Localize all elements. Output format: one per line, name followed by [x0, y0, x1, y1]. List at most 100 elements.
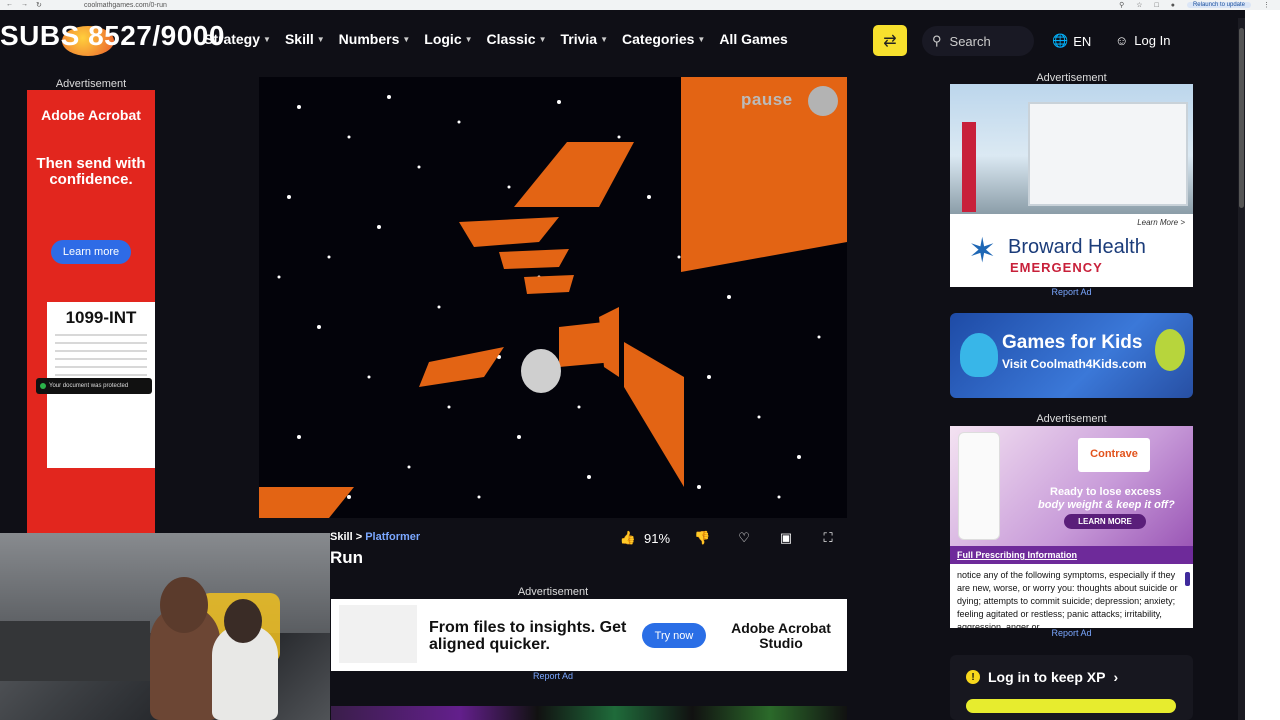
reload-icon[interactable]: ↻ — [36, 1, 42, 9]
alien-mascot — [1155, 329, 1185, 371]
login-xp-panel[interactable]: ! Log in to keep XP › — [950, 655, 1193, 720]
nav-logic[interactable]: Logic ▼ — [424, 31, 472, 47]
left-ad-tagline: Then send with confidence. — [36, 155, 146, 188]
breadcrumb: Skill > Platformer — [330, 531, 420, 543]
report-ad-link[interactable]: Report Ad — [259, 671, 847, 681]
breadcrumb-platformer[interactable]: Platformer — [365, 531, 420, 543]
breadcrumb-skill[interactable]: Skill — [330, 531, 353, 543]
broward-name: Broward Health — [1008, 236, 1146, 258]
xp-prompt[interactable]: ! Log in to keep XP › — [966, 669, 1118, 685]
xp-text: Log in to keep XP — [988, 669, 1106, 685]
breadcrumb-separator: > — [355, 531, 363, 543]
like-group: 👍 91% — [618, 528, 670, 548]
nav-label: Categories — [622, 31, 695, 47]
games-strip — [331, 706, 847, 720]
game-title: Run — [330, 548, 364, 567]
protected-text: Your document was protected — [49, 383, 129, 389]
chevron-down-icon: ▼ — [600, 34, 609, 44]
forward-icon[interactable]: → — [21, 1, 28, 9]
kids-subtitle: Visit Coolmath4Kids.com — [1002, 357, 1147, 371]
address-bar[interactable]: coolmathgames.com/0-run — [70, 2, 1119, 9]
report-ad-link[interactable]: Report Ad — [950, 287, 1193, 297]
globe-icon: 🌐 — [1052, 33, 1069, 48]
login-button[interactable]: ☺ Log In — [1115, 33, 1170, 48]
heart-icon[interactable]: ♡ — [734, 528, 754, 548]
nav-label: Trivia — [560, 31, 598, 47]
subs-overlay: SUBS 8527/9000 — [0, 20, 225, 51]
screenshot-icon[interactable]: ▣ — [776, 528, 796, 548]
nav-trivia[interactable]: Trivia ▼ — [561, 31, 609, 47]
extensions-icon[interactable]: □ — [1154, 2, 1158, 9]
chevron-right-icon: › — [1113, 669, 1119, 685]
shuffle-button[interactable]: ⇄ — [873, 25, 907, 56]
nav-skill[interactable]: Skill ▼ — [285, 31, 325, 47]
browser-nav: ← → ↻ — [0, 1, 70, 9]
broward-learn-more[interactable]: Learn More > — [1137, 218, 1185, 227]
nav-label: Logic — [424, 31, 462, 47]
nav-numbers[interactable]: Numbers ▼ — [339, 31, 411, 47]
nav-classic[interactable]: Classic ▼ — [487, 31, 547, 47]
nav-all-games[interactable]: All Games — [719, 31, 787, 47]
doc-line — [55, 342, 147, 344]
coolmath4kids-banner[interactable]: Games for Kids Visit Coolmath4Kids.com — [950, 313, 1193, 398]
doc-line — [55, 350, 147, 352]
relaunch-button[interactable]: Relaunch to update — [1186, 2, 1251, 8]
contrave-body-text: notice any of the following symptoms, es… — [957, 570, 1178, 628]
site-header: SUBS 8527/9000 Strategy ▼ Skill ▼ Numbers ▼… — [0, 18, 1240, 64]
window-edge — [1245, 10, 1280, 720]
broward-sub: EMERGENCY — [1010, 260, 1103, 275]
bookmark-star-icon[interactable]: ☆ — [1136, 1, 1142, 9]
menu-icon[interactable]: ⋮ — [1263, 1, 1270, 9]
pause-button-icon[interactable] — [808, 86, 838, 116]
guest-head — [224, 599, 262, 643]
thumbs-up-icon[interactable]: 👍 — [618, 528, 638, 548]
contrave-ad[interactable]: Contrave Ready to lose excess body weigh… — [950, 426, 1193, 628]
thumbs-down-icon[interactable]: 👎 — [692, 528, 712, 548]
prescribing-info-link[interactable]: Full Prescribing Information — [950, 546, 1193, 564]
nav-label: Strategy — [204, 31, 261, 47]
xp-login-bar[interactable] — [966, 699, 1176, 713]
try-now-button[interactable]: Try now — [642, 623, 706, 648]
profile-icon[interactable]: ● — [1171, 2, 1175, 9]
bottom-ad-banner[interactable]: From files to insights. Get aligned quic… — [331, 599, 847, 671]
kids-title: Games for Kids — [1002, 332, 1143, 353]
nav-label: Numbers — [338, 31, 400, 47]
contrave-headline-1: Ready to lose excess — [1050, 486, 1162, 498]
bottom-ad-label: Advertisement — [517, 586, 589, 598]
game-scene — [259, 77, 847, 518]
search-placeholder: Search — [949, 33, 991, 49]
left-ad-learn-more-button[interactable]: Learn more — [51, 240, 131, 264]
scrollbar-thumb[interactable] — [1239, 28, 1244, 208]
chevron-down-icon: ▼ — [464, 34, 473, 44]
search-input[interactable]: ⚲ Search — [922, 26, 1034, 56]
fullscreen-icon[interactable]: ⛶ — [818, 528, 838, 548]
report-ad-link[interactable]: Report Ad — [950, 628, 1193, 638]
xp-coin-icon: ! — [966, 670, 980, 684]
nav-categories[interactable]: Categories ▼ — [622, 31, 705, 47]
emergency-sign — [962, 122, 976, 212]
bottom-ad-headline: From files to insights. Get aligned quic… — [429, 619, 627, 653]
language-selector[interactable]: 🌐 EN — [1052, 33, 1091, 49]
login-label: Log In — [1134, 33, 1171, 48]
chevron-down-icon: ▼ — [697, 34, 706, 44]
nav-strategy[interactable]: Strategy ▼ — [204, 31, 271, 47]
right-ad-label-2: Advertisement — [1036, 413, 1107, 425]
contrave-logo: Contrave — [1078, 438, 1150, 472]
hospital-building — [1028, 102, 1188, 206]
tunnel-tiles — [259, 77, 847, 518]
pause-label[interactable]: pause — [741, 90, 793, 110]
broward-health-ad[interactable]: Learn More > ✶ Broward Health EMERGENCY — [950, 84, 1193, 287]
contrave-scrollbar[interactable] — [1185, 572, 1190, 586]
left-ad-banner[interactable]: Adobe Acrobat Then send with confidence.… — [27, 90, 155, 534]
contrave-learn-more-button[interactable]: LEARN MORE — [1064, 514, 1146, 529]
user-icon: ☺ — [1115, 33, 1129, 48]
back-icon[interactable]: ← — [6, 1, 13, 9]
zoom-icon[interactable]: ⚲ — [1119, 1, 1124, 9]
doc-line — [55, 366, 147, 368]
nav-label: Skill — [284, 31, 314, 47]
document-title: 1099-INT — [65, 308, 137, 327]
main-nav: Strategy ▼ Skill ▼ Numbers ▼ Logic ▼ Classic… — [204, 31, 788, 47]
game-canvas[interactable] — [259, 77, 847, 518]
page-scrollbar[interactable] — [1238, 18, 1245, 720]
browser-toolbar: ← → ↻ coolmathgames.com/0-run ⚲ ☆ □ ● Re… — [0, 0, 1280, 10]
